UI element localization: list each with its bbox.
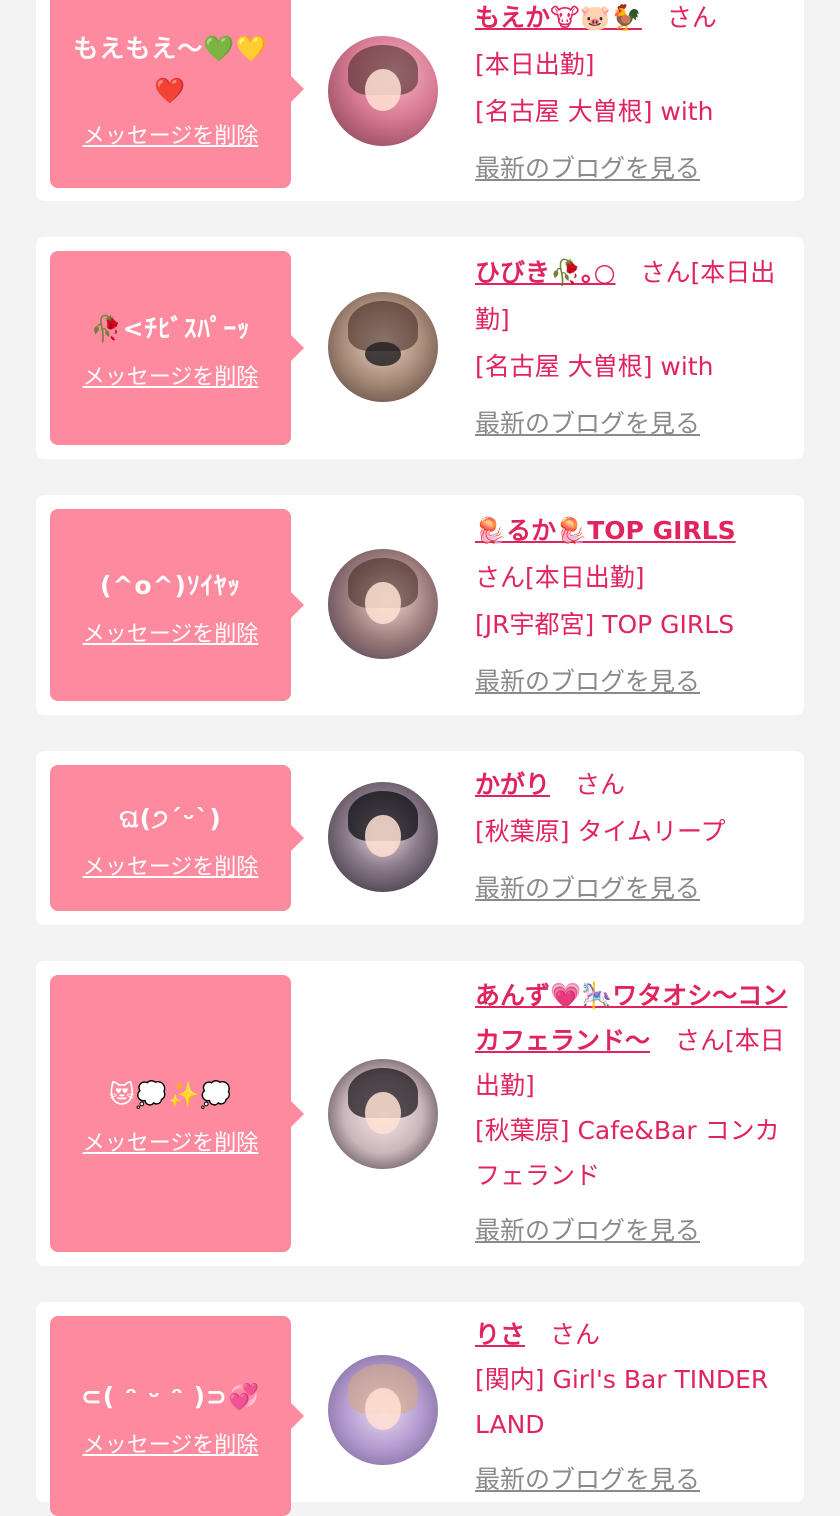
latest-blog-link[interactable]: 最新のブログを見る [475, 658, 700, 705]
message-text: ଘ(੭ˊᵕˋ) [119, 804, 222, 833]
message-bubble: ଘ(੭ˊᵕˋ) メッセージを削除 [50, 765, 304, 911]
user-info: 🪼るか🪼TOP GIRLS さん[本日出勤] [JR宇都宮] TOP GIRLS… [475, 507, 793, 705]
location-text: [JR宇都宮] TOP GIRLS [475, 610, 735, 639]
user-info: あんず💗🎠ワタオシ〜コンカフェランド〜 さん[本日出勤] [秋葉原] Cafe&… [475, 973, 793, 1253]
message-card: 😻💭✨💭 メッセージを削除 あんず💗🎠ワタオシ〜コンカフェランド〜 さん[本日出… [36, 961, 804, 1266]
message-text: 🥀<ﾁﾋﾞｽﾊﾟｰｯ [90, 314, 251, 343]
message-card: 🥀<ﾁﾋﾞｽﾊﾟｰｯ メッセージを削除 ひびき🥀｡○ さん[本日出勤] [名古屋… [36, 237, 804, 459]
avatar[interactable] [328, 549, 438, 659]
delete-message-link[interactable]: メッセージを削除 [83, 118, 259, 150]
status-text: [本日出勤] [475, 50, 595, 79]
user-name-link[interactable]: 🪼るか🪼TOP GIRLS [475, 516, 736, 545]
message-text: (^o^)ｿｲﾔｯ [100, 571, 241, 600]
honorific: さん [575, 770, 626, 799]
avatar[interactable] [328, 292, 438, 402]
latest-blog-link[interactable]: 最新のブログを見る [475, 1457, 700, 1502]
user-name-link[interactable]: ひびき🥀｡○ [475, 258, 615, 287]
latest-blog-link[interactable]: 最新のブログを見る [475, 1208, 700, 1253]
message-text: 😻💭✨💭 [108, 1079, 233, 1109]
delete-message-link[interactable]: メッセージを削除 [83, 359, 259, 391]
message-bubble: 🥀<ﾁﾋﾞｽﾊﾟｰｯ メッセージを削除 [50, 251, 304, 445]
location-text: [秋葉原] Cafe&Bar コンカフェランド [475, 1116, 780, 1190]
honorific: さん [666, 3, 717, 32]
honorific: さん [550, 1320, 601, 1349]
user-info: かがり さん [秋葉原] タイムリープ 最新のブログを見る [475, 761, 793, 912]
delete-message-link[interactable]: メッセージを削除 [83, 616, 259, 648]
user-name-link[interactable]: りさ [475, 1320, 525, 1349]
latest-blog-link[interactable]: 最新のブログを見る [475, 865, 700, 912]
delete-message-link[interactable]: メッセージを削除 [83, 849, 259, 881]
message-card: (^o^)ｿｲﾔｯ メッセージを削除 🪼るか🪼TOP GIRLS さん[本日出勤… [36, 495, 804, 715]
avatar[interactable] [328, 36, 438, 146]
delete-message-link[interactable]: メッセージを削除 [83, 1427, 259, 1459]
avatar[interactable] [328, 782, 438, 892]
delete-message-link[interactable]: メッセージを削除 [83, 1125, 259, 1157]
message-card: ⊂( ᵔ ᵕ ᵔ )⊃💞 メッセージを削除 りさ さん [関内] Girl's … [36, 1302, 804, 1516]
message-text: もえもえ〜💚💛❤️ [73, 34, 268, 105]
honorific: さん[本日出勤] [475, 563, 645, 592]
message-card: ଘ(੭ˊᵕˋ) メッセージを削除 かがり さん [秋葉原] タイムリープ 最新の… [36, 751, 804, 925]
location-text: [関内] Girl's Bar TINDER LAND [475, 1365, 769, 1439]
message-bubble: もえもえ〜💚💛❤️ メッセージを削除 [50, 0, 304, 188]
avatar[interactable] [328, 1059, 438, 1169]
user-name-link[interactable]: もえか🐮🐷🐓 [475, 3, 642, 32]
message-text: ⊂( ᵔ ᵕ ᵔ )⊃💞 [80, 1382, 261, 1411]
user-info: もえか🐮🐷🐓 さん [本日出勤] [名古屋 大曽根] with 最新のブログを見… [475, 0, 793, 192]
user-name-link[interactable]: かがり [475, 770, 550, 799]
user-info: ひびき🥀｡○ さん[本日出勤] [名古屋 大曽根] with 最新のブログを見る [475, 249, 793, 447]
message-bubble: (^o^)ｿｲﾔｯ メッセージを削除 [50, 509, 304, 701]
message-card: もえもえ〜💚💛❤️ メッセージを削除 もえか🐮🐷🐓 さん [本日出勤] [名古屋… [36, 0, 804, 201]
location-text: [名古屋 大曽根] with [475, 97, 714, 126]
avatar[interactable] [328, 1355, 438, 1465]
user-info: りさ さん [関内] Girl's Bar TINDER LAND 最新のブログ… [475, 1312, 793, 1502]
location-text: [秋葉原] タイムリープ [475, 817, 726, 846]
latest-blog-link[interactable]: 最新のブログを見る [475, 145, 700, 192]
location-text: [名古屋 大曽根] with [475, 352, 714, 381]
latest-blog-link[interactable]: 最新のブログを見る [475, 400, 700, 447]
message-bubble: ⊂( ᵔ ᵕ ᵔ )⊃💞 メッセージを削除 [50, 1316, 304, 1516]
message-bubble: 😻💭✨💭 メッセージを削除 [50, 975, 304, 1252]
